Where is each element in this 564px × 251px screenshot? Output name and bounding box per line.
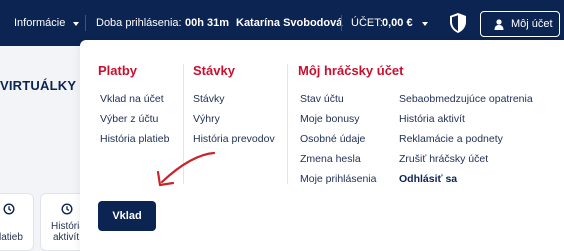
link-self-limitation[interactable]: Sebaobmedzujúce opatrenia (399, 93, 533, 105)
deposit-button[interactable]: Vklad (98, 201, 156, 231)
card-label: latieb (0, 232, 23, 243)
login-time-label: Doba prihlásenia: (96, 17, 182, 29)
login-time-value: 00h 31m (185, 17, 230, 29)
my-account-button[interactable]: Môj účet (480, 11, 560, 37)
link-personal-data[interactable]: Osobné údaje (300, 133, 365, 145)
history-icon (61, 203, 73, 215)
divider (85, 15, 86, 31)
player-account-heading: Môj hráčsky účet (298, 63, 404, 78)
divider (341, 15, 342, 31)
user-name: Katarína Svobodová (236, 17, 343, 29)
info-menu[interactable]: Informácie (14, 17, 65, 29)
my-account-label: Môj účet (511, 18, 553, 30)
account-label[interactable]: ÚČET: (351, 17, 383, 29)
history-payments-card[interactable]: latieb (0, 193, 34, 251)
bets-heading: Stávky (193, 63, 235, 78)
card-label: aktivít (53, 232, 80, 243)
annotation-arrow (156, 151, 216, 187)
link-account-status[interactable]: Stav účtu (300, 93, 344, 105)
link-activity-history[interactable]: História aktivít (399, 113, 465, 125)
link-winnings[interactable]: Výhry (193, 113, 220, 125)
link-my-logins[interactable]: Moje prihlásenia (300, 173, 376, 185)
link-payment-history[interactable]: História platieb (100, 133, 169, 145)
link-transfer-history[interactable]: História prevodov (193, 133, 275, 145)
caret-down-icon[interactable] (422, 22, 428, 26)
caret-down-icon[interactable] (73, 22, 79, 26)
column-divider (287, 64, 288, 184)
history-icon (3, 203, 15, 215)
link-deposit-to-account[interactable]: Vklad na účet (100, 93, 164, 105)
link-logout[interactable]: Odhlásiť sa (399, 173, 457, 185)
link-complaints[interactable]: Reklamácie a podnety (399, 133, 503, 145)
shield-icon[interactable] (448, 12, 468, 34)
payments-heading: Platby (98, 63, 138, 78)
link-withdrawal[interactable]: Výber z účtu (100, 113, 158, 125)
link-cancel-account[interactable]: Zrušiť hráčsky účet (399, 153, 488, 165)
link-bets[interactable]: Stávky (193, 93, 225, 105)
link-change-password[interactable]: Zmena hesla (300, 153, 361, 165)
user-icon (494, 19, 504, 30)
account-balance[interactable]: 0,00 € (382, 17, 413, 29)
link-my-bonuses[interactable]: Moje bonusy (300, 113, 360, 125)
section-title: VIRTUÁLKY (0, 78, 77, 93)
account-dropdown-panel: Platby Vklad na účet Výber z účtu Histór… (80, 40, 564, 251)
